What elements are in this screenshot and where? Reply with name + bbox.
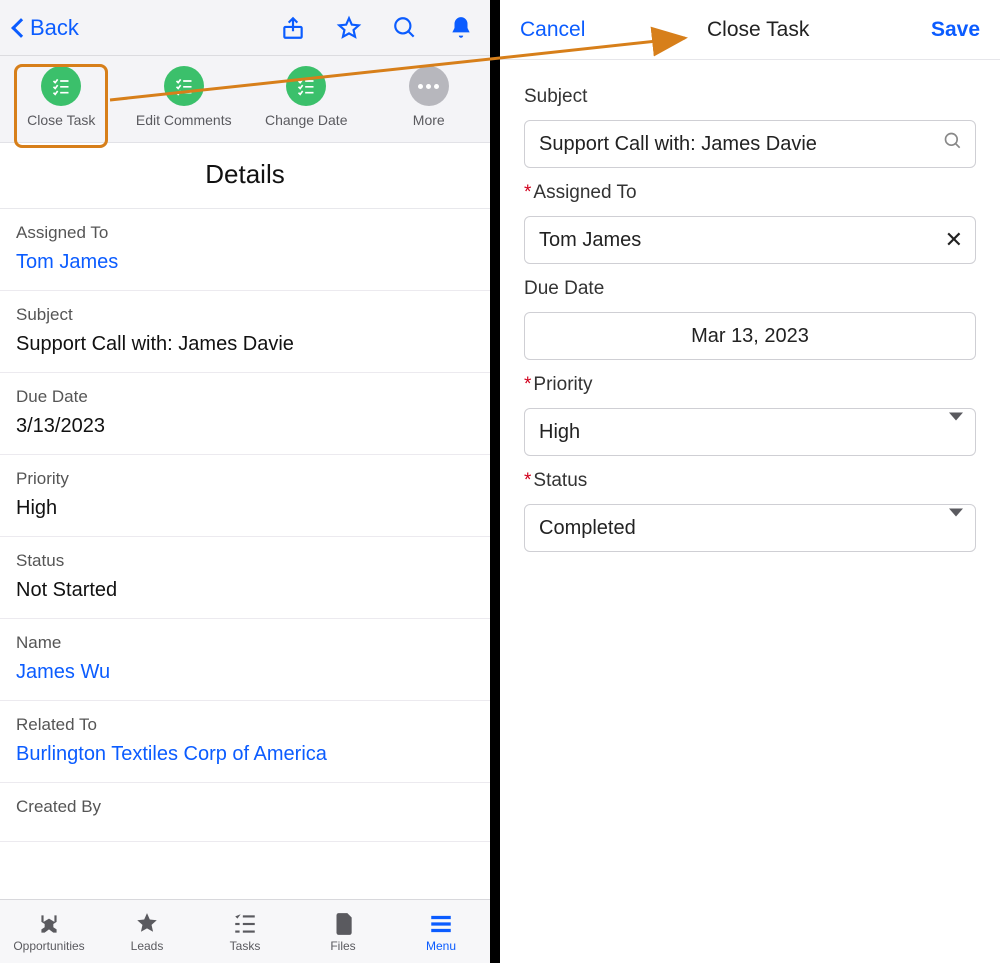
close-task-screen: Cancel Close Task Save Subject Support C… xyxy=(500,0,1000,963)
due-date-label: Due Date xyxy=(524,278,976,300)
star-icon[interactable] xyxy=(334,13,364,43)
detail-row-priority: Priority High xyxy=(0,455,490,537)
action-label: Edit Comments xyxy=(136,112,232,128)
detail-label: Created By xyxy=(16,797,474,817)
quick-actions-row: Close Task Edit Comments Change Date Mor… xyxy=(0,56,490,143)
priority-label: Priority xyxy=(524,374,976,396)
assigned-to-input[interactable]: Tom James ✕ xyxy=(524,216,976,264)
detail-label: Status xyxy=(16,551,474,571)
checklist-icon xyxy=(164,66,204,106)
bottom-tab-bar: Opportunities Leads Tasks Files Menu xyxy=(0,899,490,963)
detail-label: Name xyxy=(16,633,474,653)
details-screen: Back Close Task xyxy=(0,0,490,963)
back-label: Back xyxy=(30,15,79,41)
detail-row-subject: Subject Support Call with: James Davie xyxy=(0,291,490,373)
close-task-form: Subject Support Call with: James Davie A… xyxy=(500,60,1000,570)
save-button[interactable]: Save xyxy=(931,18,980,42)
detail-label: Due Date xyxy=(16,387,474,407)
detail-row-due-date: Due Date 3/13/2023 xyxy=(0,373,490,455)
bell-icon[interactable] xyxy=(446,13,476,43)
search-icon[interactable] xyxy=(943,131,963,157)
tab-label: Leads xyxy=(131,939,164,953)
tab-leads[interactable]: Leads xyxy=(102,911,192,953)
detail-row-status: Status Not Started xyxy=(0,537,490,619)
detail-value[interactable]: James Wu xyxy=(16,661,474,684)
assigned-to-value: Tom James xyxy=(539,229,641,252)
priority-value: High xyxy=(539,421,580,444)
tab-opportunities[interactable]: Opportunities xyxy=(4,911,94,953)
subject-input[interactable]: Support Call with: James Davie xyxy=(524,120,976,168)
status-label: Status xyxy=(524,470,976,492)
priority-select[interactable]: High xyxy=(524,408,976,456)
detail-label: Assigned To xyxy=(16,223,474,243)
tab-label: Files xyxy=(330,939,355,953)
action-label: Close Task xyxy=(27,112,95,128)
cancel-button[interactable]: Cancel xyxy=(520,18,585,42)
action-label: More xyxy=(413,112,445,128)
detail-value[interactable]: Burlington Textiles Corp of America xyxy=(16,743,474,766)
more-icon xyxy=(409,66,449,106)
chevron-down-icon xyxy=(949,517,963,540)
detail-row-related-to: Related To Burlington Textiles Corp of A… xyxy=(0,701,490,783)
tab-label: Menu xyxy=(426,939,456,953)
action-label: Change Date xyxy=(265,112,348,128)
detail-row-name: Name James Wu xyxy=(0,619,490,701)
subject-label: Subject xyxy=(524,86,976,108)
detail-value[interactable]: Tom James xyxy=(16,251,474,274)
tab-tasks[interactable]: Tasks xyxy=(200,911,290,953)
detail-label: Related To xyxy=(16,715,474,735)
action-edit-comments[interactable]: Edit Comments xyxy=(129,66,239,128)
back-button[interactable]: Back xyxy=(14,15,79,41)
tab-label: Opportunities xyxy=(13,939,84,953)
detail-row-created-by: Created By xyxy=(0,783,490,842)
chevron-left-icon xyxy=(11,18,31,38)
left-header: Back xyxy=(0,0,490,56)
right-header: Cancel Close Task Save xyxy=(500,0,1000,60)
tab-label: Tasks xyxy=(230,939,261,953)
chevron-down-icon xyxy=(949,421,963,444)
tab-files[interactable]: Files xyxy=(298,911,388,953)
share-icon[interactable] xyxy=(278,13,308,43)
due-date-value: Mar 13, 2023 xyxy=(691,325,809,348)
detail-label: Priority xyxy=(16,469,474,489)
tab-menu[interactable]: Menu xyxy=(396,911,486,953)
action-change-date[interactable]: Change Date xyxy=(251,66,361,128)
assigned-to-label: Assigned To xyxy=(524,182,976,204)
details-title: Details xyxy=(0,143,490,209)
detail-value: High xyxy=(16,497,474,520)
checklist-icon xyxy=(41,66,81,106)
subject-value: Support Call with: James Davie xyxy=(539,133,817,156)
clear-icon[interactable]: ✕ xyxy=(945,227,963,253)
detail-value: 3/13/2023 xyxy=(16,415,474,438)
search-icon[interactable] xyxy=(390,13,420,43)
status-select[interactable]: Completed xyxy=(524,504,976,552)
detail-value: Support Call with: James Davie xyxy=(16,333,474,356)
action-close-task[interactable]: Close Task xyxy=(6,66,116,128)
action-more[interactable]: More xyxy=(374,66,484,128)
checklist-icon xyxy=(286,66,326,106)
page-title: Close Task xyxy=(707,18,809,42)
status-value: Completed xyxy=(539,517,636,540)
detail-value: Not Started xyxy=(16,579,474,602)
details-list[interactable]: Assigned To Tom James Subject Support Ca… xyxy=(0,209,490,899)
detail-row-assigned-to: Assigned To Tom James xyxy=(0,209,490,291)
screen-divider xyxy=(490,0,500,963)
due-date-input[interactable]: Mar 13, 2023 xyxy=(524,312,976,360)
detail-label: Subject xyxy=(16,305,474,325)
